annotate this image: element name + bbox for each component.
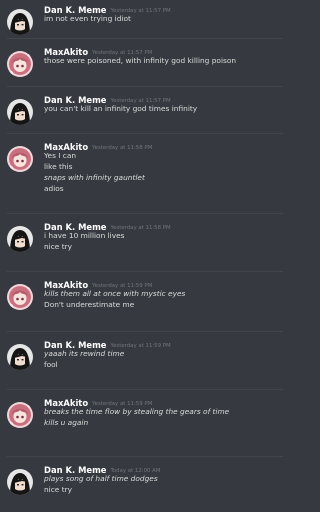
dan-avatar[interactable] bbox=[7, 9, 33, 35]
max-avatar[interactable] bbox=[7, 284, 33, 310]
max-avatar[interactable] bbox=[7, 402, 33, 428]
message-line: kills u again bbox=[44, 418, 89, 427]
dan-avatar[interactable] bbox=[7, 344, 33, 370]
message-body: i have 10 million lives nice try bbox=[44, 230, 284, 252]
message-body: you can't kill an infinity god times inf… bbox=[44, 103, 284, 114]
message-line: plays song of half time dodges bbox=[44, 474, 158, 483]
message-divider bbox=[7, 86, 283, 87]
message-body: yaaah its rewind time fool bbox=[44, 348, 284, 370]
message-divider bbox=[7, 38, 283, 39]
dan-avatar[interactable] bbox=[7, 469, 33, 495]
max-avatar[interactable] bbox=[7, 51, 33, 77]
message-divider bbox=[7, 389, 283, 390]
message-line: nice try bbox=[44, 485, 73, 494]
dan-avatar[interactable] bbox=[7, 99, 33, 125]
message-line: snaps with infinity gauntlet bbox=[44, 173, 145, 182]
message-body: plays song of half time dodges nice try bbox=[44, 473, 284, 495]
message-body: Yes I can like this snaps with infinity ga… bbox=[44, 150, 284, 194]
message-line: fool bbox=[44, 360, 58, 369]
message-divider bbox=[7, 456, 283, 457]
message-divider bbox=[7, 331, 283, 332]
message-line: those were poisoned, with infinity god k… bbox=[44, 56, 237, 65]
dan-avatar[interactable] bbox=[7, 226, 33, 252]
message-body: kills them all at once with mystic eyes D… bbox=[44, 288, 284, 310]
message-line: Yes I can bbox=[44, 151, 77, 160]
message-divider bbox=[7, 213, 283, 214]
message-divider bbox=[7, 271, 283, 272]
message-line: nice try bbox=[44, 242, 73, 251]
message-line: you can't kill an infinity god times inf… bbox=[44, 104, 198, 113]
message-body: those were poisoned, with infinity god k… bbox=[44, 55, 284, 66]
message-line: Don't underestimate me bbox=[44, 300, 135, 309]
message-line: i have 10 million lives bbox=[44, 231, 125, 240]
message-line: adios bbox=[44, 184, 64, 193]
message-body: im not even trying idiot bbox=[44, 13, 284, 24]
message-line: kills them all at once with mystic eyes bbox=[44, 289, 186, 298]
message-body: breaks the time flow by stealing the gea… bbox=[44, 406, 284, 428]
message-line: breaks the time flow by stealing the gea… bbox=[44, 407, 230, 416]
message-line: like this bbox=[44, 162, 73, 171]
message-divider bbox=[7, 133, 283, 134]
max-avatar[interactable] bbox=[7, 146, 33, 172]
message-line: im not even trying idiot bbox=[44, 14, 131, 23]
message-line: yaaah its rewind time bbox=[44, 349, 125, 358]
